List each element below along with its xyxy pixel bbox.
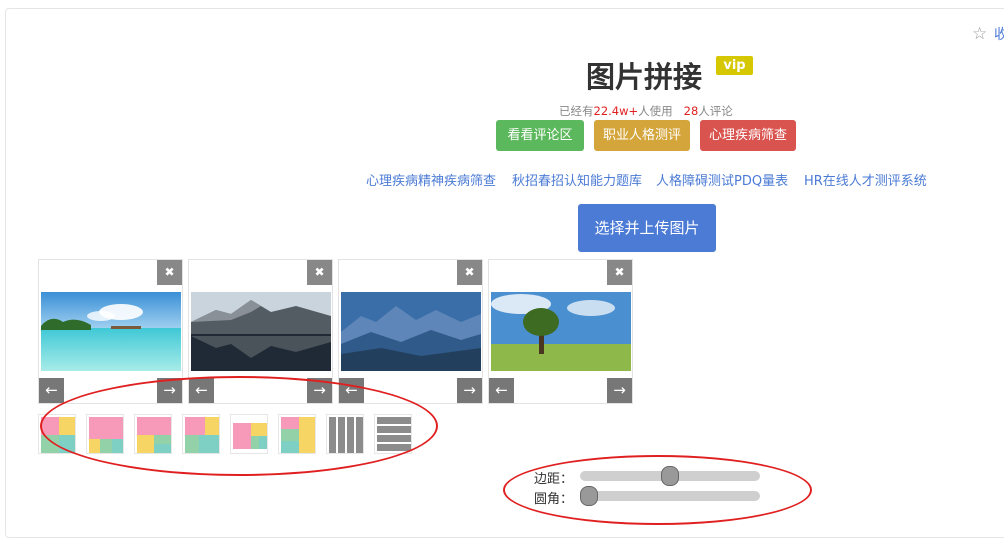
image-card: ✖ ← → — [38, 259, 183, 404]
career-test-button[interactable]: 职业人格测评 — [594, 120, 690, 151]
stats-prefix: 已经有 — [559, 104, 594, 118]
close-icon[interactable]: ✖ — [307, 260, 332, 285]
spacing-slider[interactable] — [580, 466, 760, 486]
image-card: ✖ ← → — [338, 259, 483, 404]
layout-option-horizontal-strips[interactable] — [374, 414, 412, 454]
link-mental-disease-screening[interactable]: 心理疾病精神疾病筛查 — [366, 170, 496, 189]
close-icon[interactable]: ✖ — [607, 260, 632, 285]
page-title: 图片拼接 — [586, 60, 703, 94]
link-cognitive-question-bank[interactable]: 秋招春招认知能力题库 — [512, 170, 642, 189]
star-icon[interactable]: ☆ — [972, 24, 987, 44]
tree-photo — [491, 292, 631, 371]
usage-stats: 已经有22.4w+人使用 28人评论 — [559, 103, 733, 119]
mental-screening-button[interactable]: 心理疾病筛查 — [700, 120, 796, 151]
spacing-label: 边距： — [534, 472, 574, 487]
close-icon[interactable]: ✖ — [457, 260, 482, 285]
image-card: ✖ ← → — [188, 259, 333, 404]
arrow-right-icon[interactable]: → — [307, 378, 332, 403]
vip-badge: vip — [716, 56, 753, 75]
upload-button[interactable]: 选择并上传图片 — [578, 204, 716, 252]
close-icon[interactable]: ✖ — [157, 260, 182, 285]
layout-option-2[interactable] — [86, 414, 124, 454]
favorite-link[interactable]: 收 — [994, 24, 1004, 44]
arrow-left-icon[interactable]: ← — [489, 378, 514, 403]
image-card: ✖ ← → — [488, 259, 633, 404]
radius-label: 圆角： — [534, 492, 574, 507]
arrow-left-icon[interactable]: ← — [339, 378, 364, 403]
layout-option-3[interactable] — [134, 414, 172, 454]
lake-photo — [191, 292, 331, 371]
spacing-slider-handle[interactable] — [661, 466, 679, 486]
view-comments-button[interactable]: 看看评论区 — [496, 120, 584, 151]
layout-option-1[interactable] — [38, 414, 76, 454]
link-pdq-test[interactable]: 人格障碍测试PDQ量表 — [656, 170, 788, 189]
layout-option-4[interactable] — [182, 414, 220, 454]
arrow-left-icon[interactable]: ← — [189, 378, 214, 403]
comments-count: 28 — [683, 104, 699, 118]
mountains-photo — [341, 292, 481, 371]
arrow-left-icon[interactable]: ← — [39, 378, 64, 403]
layout-option-vertical-strips[interactable] — [326, 414, 364, 454]
beach-photo — [41, 292, 181, 371]
arrow-right-icon[interactable]: → — [607, 378, 632, 403]
layout-option-6[interactable] — [278, 414, 316, 454]
users-count: 22.4w+ — [593, 104, 639, 118]
comments-suffix: 人评论 — [698, 104, 733, 118]
link-hr-assessment[interactable]: HR在线人才测评系统 — [804, 170, 927, 189]
radius-slider[interactable] — [580, 486, 760, 506]
arrow-right-icon[interactable]: → — [157, 378, 182, 403]
arrow-right-icon[interactable]: → — [457, 378, 482, 403]
radius-slider-handle[interactable] — [580, 486, 598, 506]
users-suffix: 人使用 — [638, 104, 673, 118]
layout-option-5[interactable] — [230, 414, 268, 454]
